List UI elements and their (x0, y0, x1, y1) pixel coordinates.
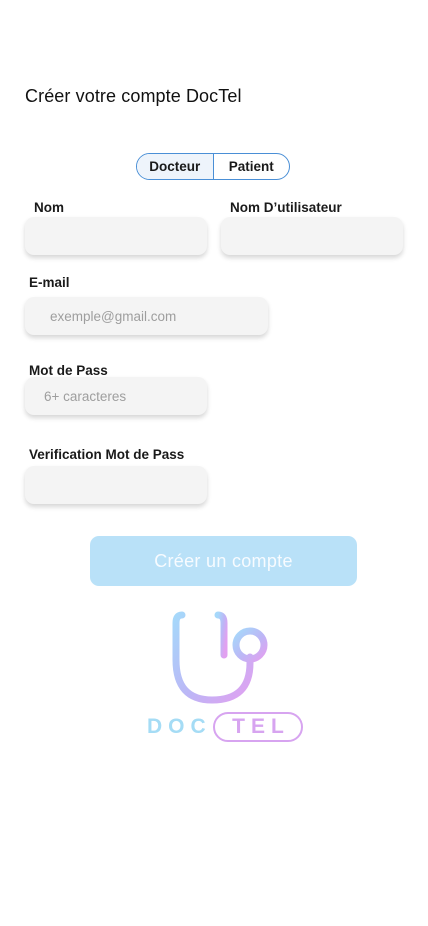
logo-tel-text: TEL (232, 715, 290, 738)
toggle-docteur[interactable]: Docteur (137, 154, 214, 179)
username-label: Nom D’utilisateur (230, 200, 342, 215)
password-field[interactable] (25, 377, 207, 415)
logo-tel-badge: TEL (213, 712, 303, 742)
password-label: Mot de Pass (29, 363, 108, 378)
toggle-patient[interactable]: Patient (214, 154, 290, 179)
create-account-button[interactable]: Créer un compte (90, 536, 357, 586)
page-title: Créer votre compte DocTel (25, 86, 242, 106)
logo-doc-text: DOC (147, 715, 212, 738)
nom-field[interactable] (25, 217, 207, 255)
email-label: E-mail (29, 275, 70, 290)
email-field[interactable] (25, 297, 268, 335)
account-type-toggle: Docteur Patient (136, 153, 290, 180)
username-field[interactable] (221, 217, 403, 255)
password-confirm-label: Verification Mot de Pass (29, 447, 185, 462)
password-confirm-field[interactable] (25, 466, 207, 504)
nom-label: Nom (34, 200, 64, 215)
